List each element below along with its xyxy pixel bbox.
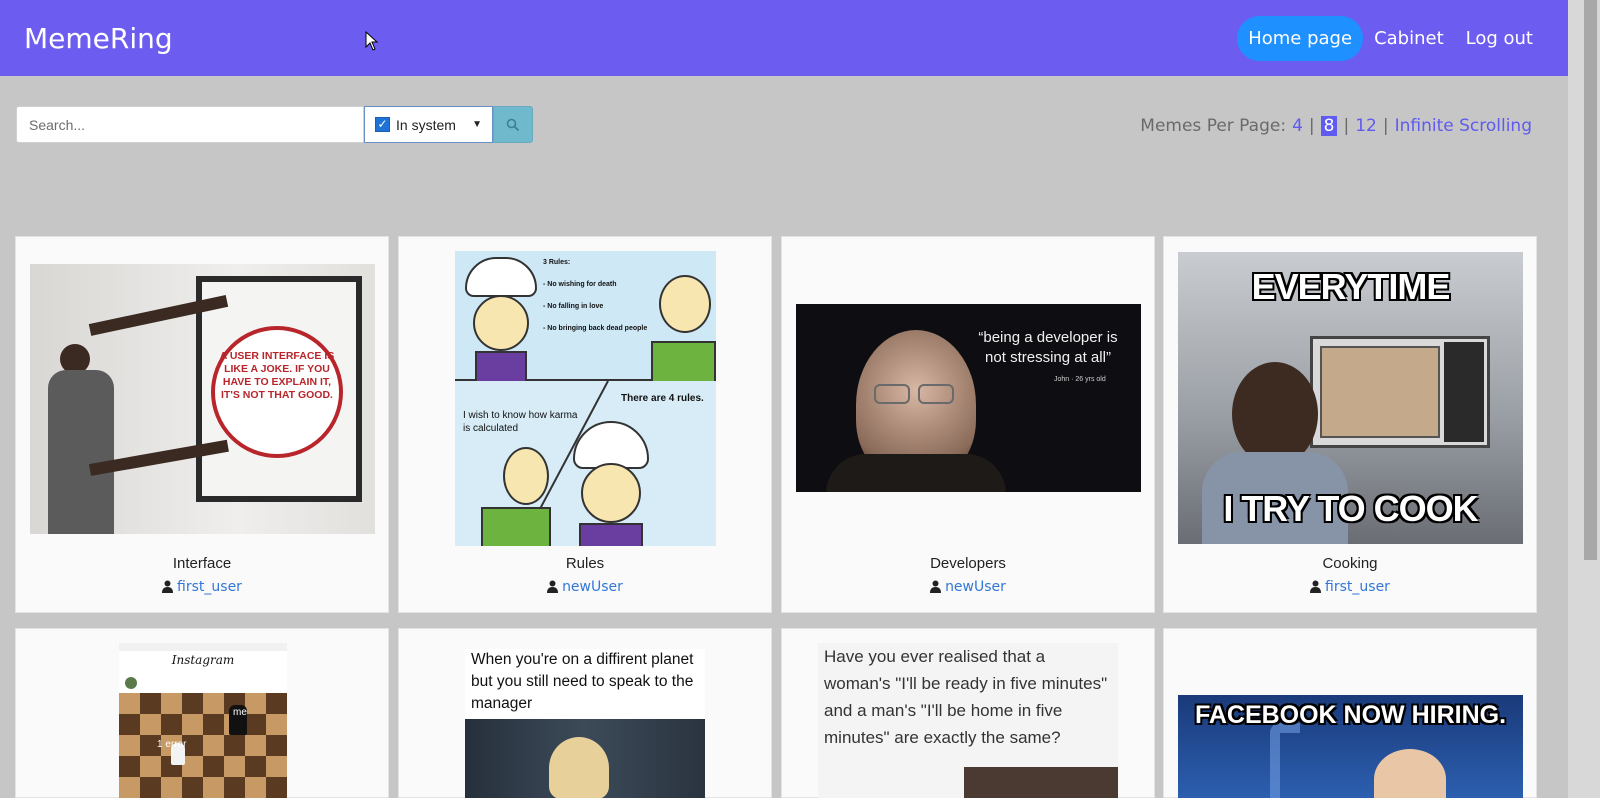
meme-card[interactable]: Have you ever realised that a woman's "I… bbox=[781, 628, 1155, 798]
meme-image-text: FACEBOOK NOW HIRING. bbox=[1194, 701, 1507, 729]
meme-image[interactable]: Have you ever realised that a woman's "I… bbox=[818, 643, 1118, 798]
mouse-cursor-icon bbox=[365, 31, 379, 51]
search-button[interactable] bbox=[493, 106, 533, 143]
meme-image-text: 3 Rules: bbox=[543, 259, 571, 266]
meme-title: Developers bbox=[930, 555, 1006, 572]
search-filter-select[interactable]: ✓ In system ▼ bbox=[364, 106, 493, 143]
meme-card[interactable]: FACEBOOK NOW HIRING. bbox=[1163, 628, 1537, 798]
brand-logo[interactable]: MemeRing bbox=[24, 22, 173, 55]
meme-author[interactable]: newUser bbox=[945, 579, 1006, 595]
meme-card[interactable]: “being a developer is not stressing at a… bbox=[781, 236, 1155, 613]
meme-image-text: EVERYTIME bbox=[1251, 266, 1451, 307]
user-icon bbox=[930, 580, 942, 593]
meme-title: Cooking bbox=[1322, 555, 1378, 572]
meme-author[interactable]: first_user bbox=[177, 579, 242, 595]
meme-image[interactable]: Instagram me 1 error bbox=[119, 643, 287, 798]
meme-image-text: Have you ever realised that a woman's "I… bbox=[824, 647, 1108, 747]
meme-author-link[interactable]: first_user bbox=[1164, 579, 1536, 595]
per-page-infinite[interactable]: Infinite Scrolling bbox=[1395, 116, 1532, 136]
meme-author-link[interactable]: first_user bbox=[16, 579, 388, 595]
search-input[interactable] bbox=[16, 106, 364, 143]
top-navbar: MemeRing Home page Cabinet Log out bbox=[0, 0, 1568, 76]
meme-image-text: I TRY TO COOK bbox=[1223, 488, 1478, 529]
meme-image-text: me bbox=[233, 707, 247, 718]
meme-image-text: When you're on a diffirent planet but yo… bbox=[471, 651, 694, 712]
meme-image[interactable]: “being a developer is not stressing at a… bbox=[796, 304, 1141, 492]
user-icon bbox=[547, 580, 559, 593]
meme-title: Interface bbox=[172, 555, 232, 572]
meme-image-text: John · 26 yrs old bbox=[1054, 376, 1106, 383]
per-page-8[interactable]: 8 bbox=[1320, 116, 1338, 136]
meme-card[interactable]: 3 Rules: - No wishing for death - No fal… bbox=[398, 236, 772, 613]
search-bar: ✓ In system ▼ bbox=[16, 106, 533, 143]
meme-card[interactable]: Instagram me 1 error bbox=[15, 628, 389, 798]
nav-links: Home page Cabinet Log out bbox=[1237, 15, 1544, 61]
meme-image[interactable]: When you're on a diffirent planet but yo… bbox=[465, 649, 705, 798]
meme-image-text: - No falling in love bbox=[543, 303, 604, 310]
user-icon bbox=[162, 580, 174, 593]
chevron-down-icon: ▼ bbox=[472, 119, 482, 130]
meme-image-text: - No wishing for death bbox=[543, 281, 617, 288]
meme-image-text: “being a developer is not stressing at a… bbox=[978, 329, 1118, 366]
per-page-4[interactable]: 4 bbox=[1292, 116, 1303, 136]
scrollbar-thumb[interactable] bbox=[1584, 0, 1597, 560]
nav-log-out[interactable]: Log out bbox=[1455, 18, 1544, 59]
meme-author[interactable]: first_user bbox=[1325, 579, 1390, 595]
meme-card[interactable]: EVERYTIME I TRY TO COOK Cooking first_us… bbox=[1163, 236, 1537, 613]
meme-image-text: There are 4 rules. bbox=[621, 393, 704, 404]
meme-image-text: 1 error bbox=[157, 739, 187, 750]
memes-per-page: Memes Per Page: 4 | 8 | 12 | Infinite Sc… bbox=[1140, 116, 1532, 136]
meme-image-text: I wish to know how karma is calculated bbox=[463, 410, 578, 434]
meme-author[interactable]: newUser bbox=[562, 579, 623, 595]
meme-image-text: Instagram bbox=[171, 653, 235, 667]
per-page-label: Memes Per Page: bbox=[1140, 116, 1287, 136]
meme-card[interactable]: When you're on a diffirent planet but yo… bbox=[398, 628, 772, 798]
nav-cabinet[interactable]: Cabinet bbox=[1363, 18, 1455, 59]
meme-author-link[interactable]: newUser bbox=[399, 579, 771, 595]
filter-label: In system bbox=[396, 116, 456, 133]
in-system-checkbox[interactable]: ✓ bbox=[375, 117, 390, 132]
meme-image-text: - No bringing back dead people bbox=[543, 325, 648, 332]
user-icon bbox=[1310, 580, 1322, 593]
meme-image[interactable]: A USER INTERFACE IS LIKE A JOKE. IF YOU … bbox=[30, 264, 375, 534]
meme-image[interactable]: FACEBOOK NOW HIRING. bbox=[1178, 695, 1523, 798]
meme-author-link[interactable]: newUser bbox=[782, 579, 1154, 595]
meme-image[interactable]: EVERYTIME I TRY TO COOK bbox=[1178, 252, 1523, 544]
nav-home-page[interactable]: Home page bbox=[1237, 15, 1364, 61]
meme-image[interactable]: 3 Rules: - No wishing for death - No fal… bbox=[455, 251, 716, 546]
search-icon bbox=[506, 118, 520, 131]
per-page-12[interactable]: 12 bbox=[1355, 116, 1377, 136]
meme-card[interactable]: A USER INTERFACE IS LIKE A JOKE. IF YOU … bbox=[15, 236, 389, 613]
meme-title: Rules bbox=[565, 555, 605, 572]
meme-image-text: A USER INTERFACE IS LIKE A JOKE. IF YOU … bbox=[219, 350, 335, 401]
